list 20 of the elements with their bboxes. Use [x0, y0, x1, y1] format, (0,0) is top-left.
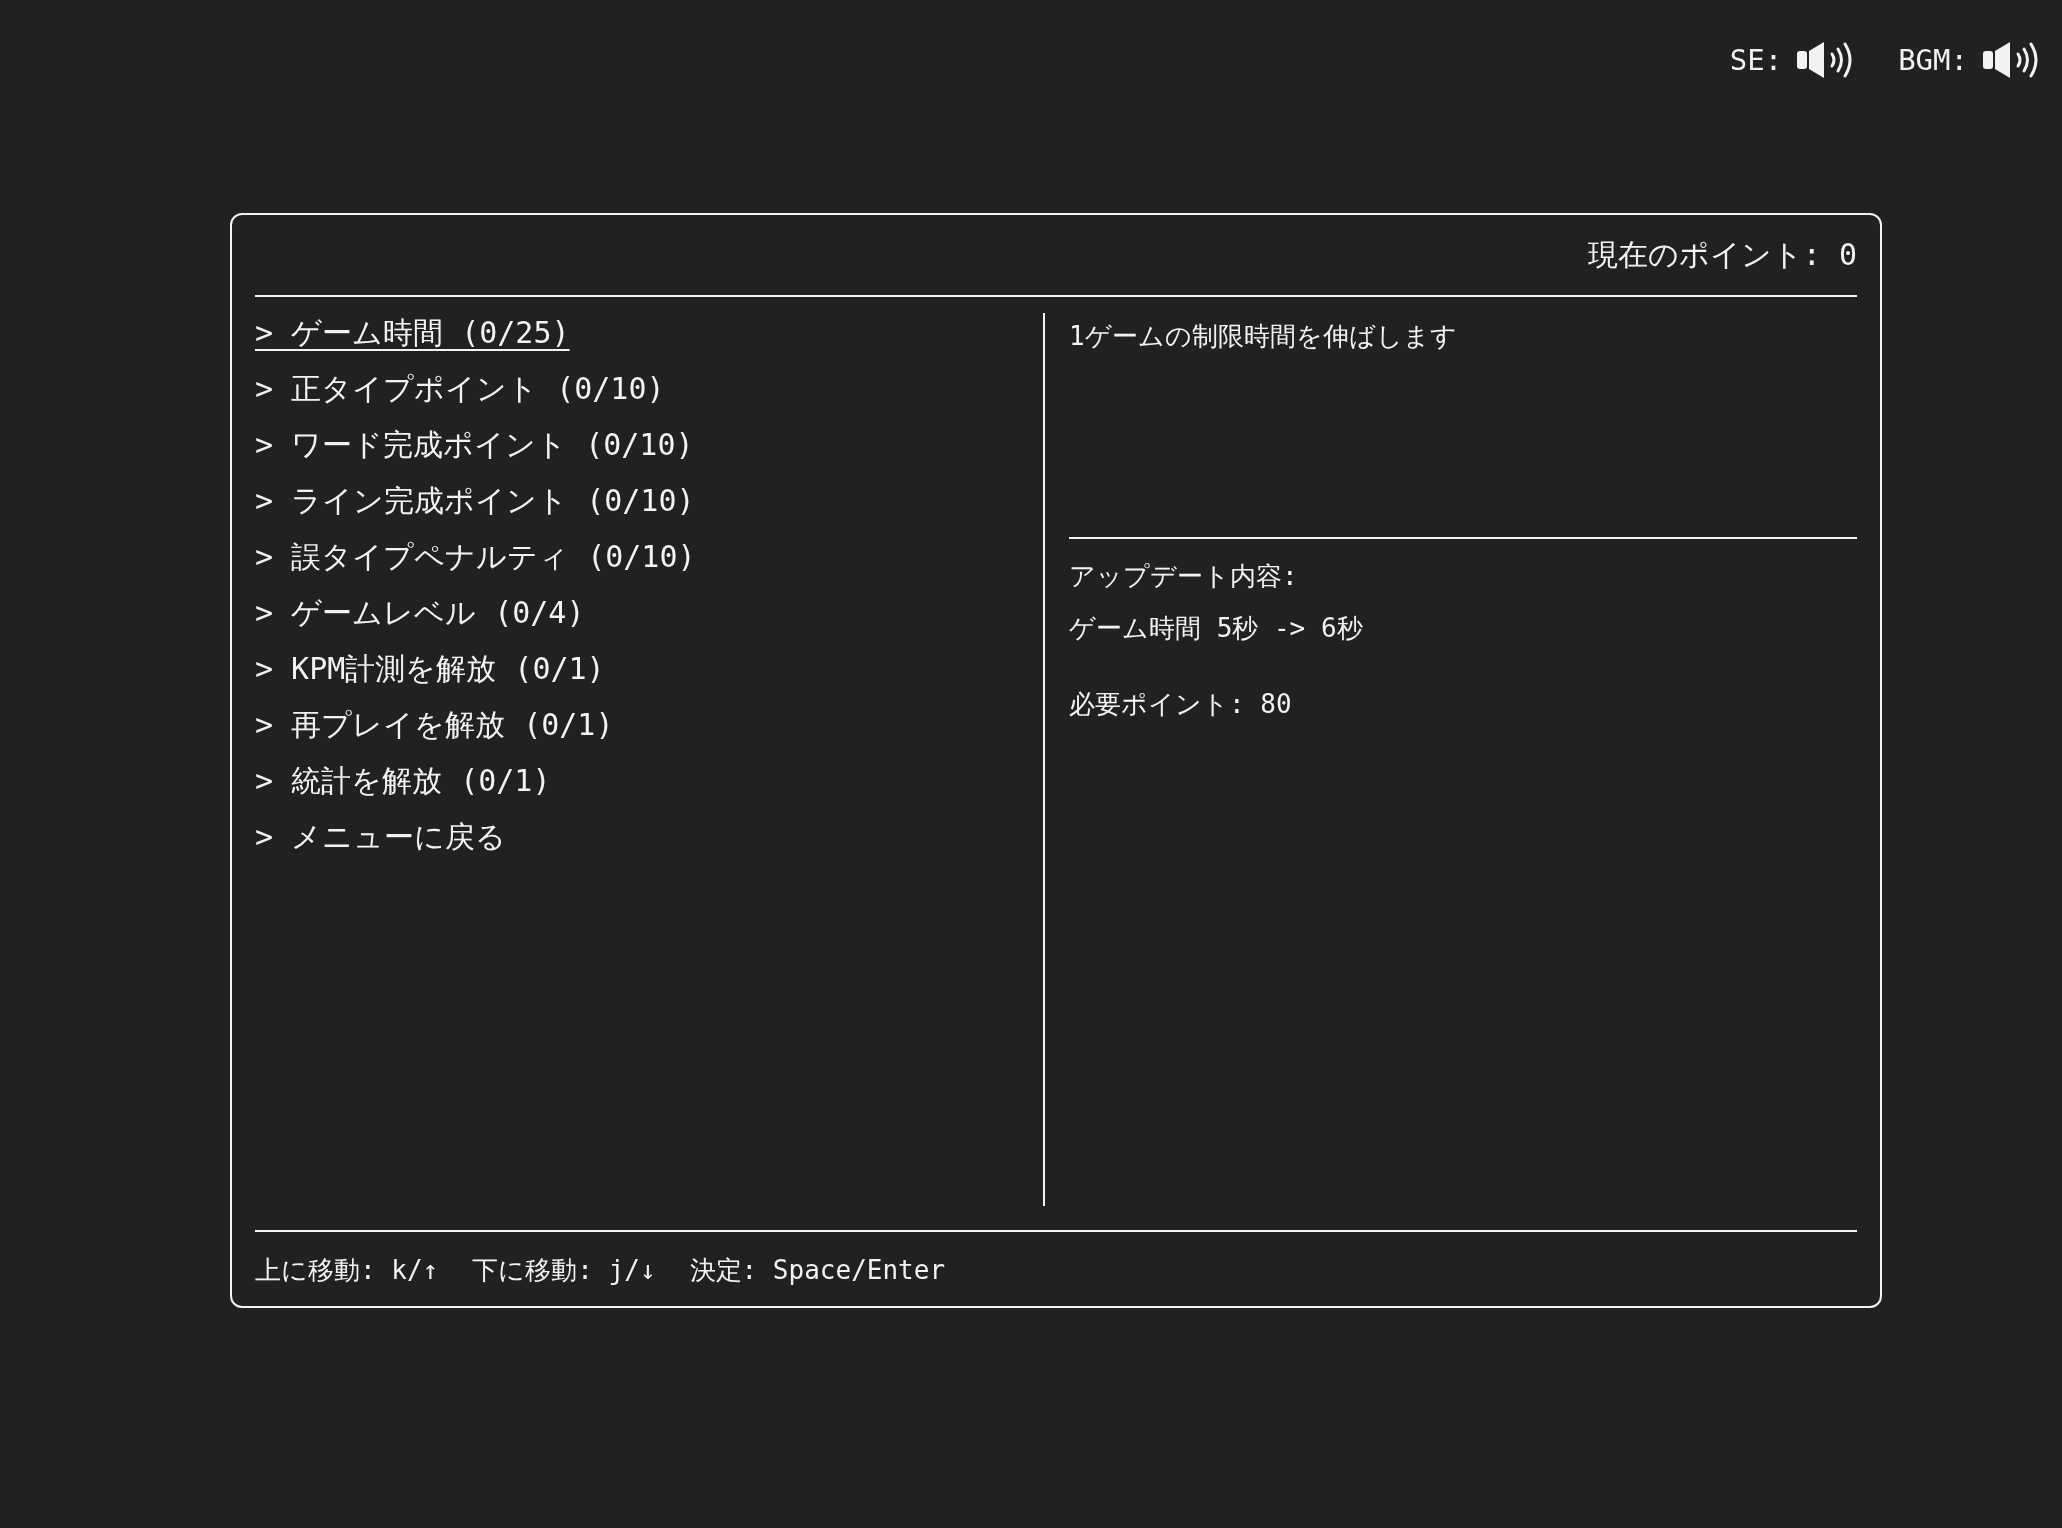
key-hint: 下に移動: j/↓: [472, 1254, 656, 1287]
upgrade-description: 1ゲームの制限時間を伸ばします: [1069, 321, 1457, 351]
upgrade-menu-item[interactable]: > 統計を解放 (0/1): [255, 761, 551, 801]
required-points: 必要ポイント: 80: [1069, 689, 1292, 719]
upgrade-menu-item[interactable]: > 誤タイプペナルティ (0/10): [255, 537, 696, 577]
upgrade-menu-item[interactable]: > ライン完成ポイント (0/10): [255, 481, 695, 521]
upgrade-menu-item[interactable]: > ゲームレベル (0/4): [255, 593, 585, 633]
upgrade-menu-item[interactable]: > ゲーム時間 (0/25): [255, 313, 570, 353]
upgrade-menu-item[interactable]: > KPM計測を解放 (0/1): [255, 649, 605, 689]
upgrade-menu-item[interactable]: > 正タイプポイント (0/10): [255, 369, 665, 409]
current-points: 現在のポイント: 0: [1587, 236, 1857, 274]
update-text: ゲーム時間 5秒 -> 6秒: [1069, 613, 1363, 643]
key-hint: 決定: Space/Enter: [689, 1254, 946, 1287]
upgrade-menu-item[interactable]: > メニューに戻る: [255, 817, 507, 857]
upgrade-menu-item[interactable]: > ワード完成ポイント (0/10): [255, 425, 694, 465]
sound-toggle-label: BGM:: [1898, 42, 1968, 79]
sound-toggle-label: SE:: [1729, 42, 1783, 79]
key-hint: 上に移動: k/↑: [255, 1254, 439, 1287]
upgrade-menu-item[interactable]: > 再プレイを解放 (0/1): [255, 705, 614, 745]
update-heading: アップデート内容:: [1069, 561, 1298, 591]
